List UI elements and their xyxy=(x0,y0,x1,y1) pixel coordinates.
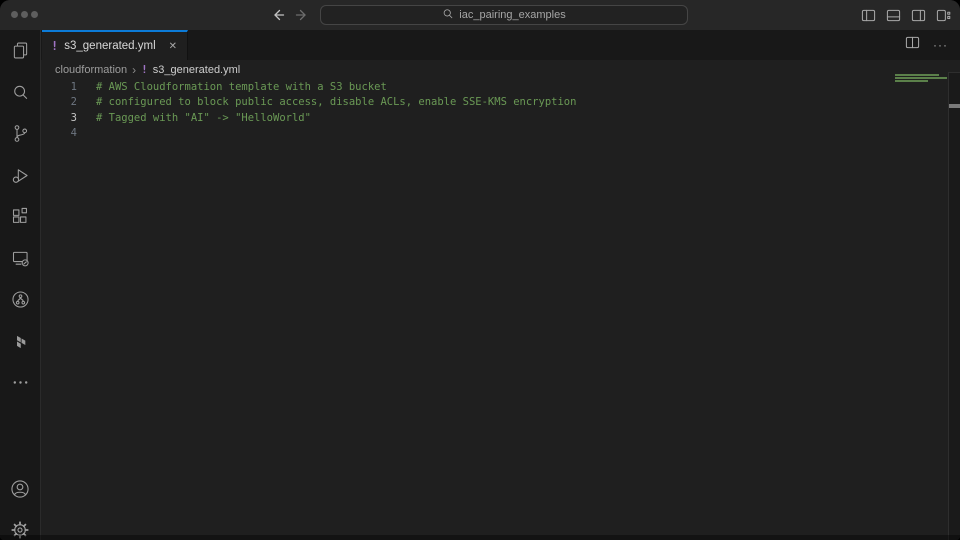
split-editor-icon[interactable] xyxy=(905,35,920,55)
customize-layout-icon[interactable] xyxy=(936,8,951,28)
more-actions-icon[interactable]: ··· xyxy=(933,38,948,52)
magnifier-icon xyxy=(10,82,31,103)
yaml-file-icon: ! xyxy=(141,63,148,76)
scrollbar-thumb[interactable] xyxy=(949,104,960,108)
sidebar-item-remote-explorer[interactable] xyxy=(0,238,40,280)
editor-tab-bar: ! s3_generated.yml ✕ ··· xyxy=(41,30,960,60)
minimap-line xyxy=(895,74,939,76)
breadcrumb-file[interactable]: s3_generated.yml xyxy=(153,64,240,76)
search-icon xyxy=(442,8,454,23)
run-debug-icon xyxy=(10,165,31,186)
line-number-active[interactable]: 3 xyxy=(41,112,77,124)
toggle-primary-sidebar-icon[interactable] xyxy=(861,8,876,28)
git-branch-icon xyxy=(10,123,31,144)
gear-icon xyxy=(9,519,31,540)
code-editor[interactable]: 1 # AWS Cloudformation template with a S… xyxy=(41,79,960,540)
back-icon[interactable] xyxy=(270,7,286,23)
sidebar-item-terraform[interactable] xyxy=(0,321,40,363)
traffic-lights xyxy=(11,11,38,18)
minimap[interactable] xyxy=(895,74,947,83)
sidebar-item-source-control-graph[interactable] xyxy=(0,279,40,321)
code-text: # configured to block public access, dis… xyxy=(96,96,576,108)
toggle-panel-icon[interactable] xyxy=(886,8,901,28)
code-line-2[interactable]: 2 # configured to block public access, d… xyxy=(41,95,960,111)
close-window-button[interactable] xyxy=(11,11,18,18)
line-number[interactable]: 4 xyxy=(41,127,77,139)
code-text: # Tagged with "AI" -> "HelloWorld" xyxy=(96,112,311,124)
code-text: # AWS Cloudformation template with a S3 … xyxy=(96,81,387,93)
yaml-file-icon: ! xyxy=(51,39,58,53)
terraform-icon xyxy=(10,331,31,352)
circle-branch-icon xyxy=(10,289,31,310)
toggle-secondary-sidebar-icon[interactable] xyxy=(911,8,926,28)
activity-bar xyxy=(0,30,41,540)
editor-scrollbar[interactable] xyxy=(948,72,960,540)
tab-label: s3_generated.yml xyxy=(64,40,155,52)
command-center-search[interactable]: iac_pairing_examples xyxy=(320,5,688,25)
zoom-window-button[interactable] xyxy=(31,11,38,18)
code-line-4[interactable]: 4 xyxy=(41,126,960,142)
title-bar: iac_pairing_examples xyxy=(0,0,960,30)
sidebar-item-search[interactable] xyxy=(0,72,40,114)
line-number[interactable]: 2 xyxy=(41,96,77,108)
account-icon xyxy=(9,478,31,500)
breadcrumb: cloudformation › ! s3_generated.yml xyxy=(41,60,960,79)
minimap-line xyxy=(895,80,928,82)
line-number[interactable]: 1 xyxy=(41,81,77,93)
sidebar-item-explorer[interactable] xyxy=(0,30,40,72)
workspace-search-label: iac_pairing_examples xyxy=(459,9,565,21)
sidebar-item-run-debug[interactable] xyxy=(0,155,40,197)
forward-icon[interactable] xyxy=(294,7,310,23)
code-line-3[interactable]: 3 # Tagged with "AI" -> "HelloWorld" xyxy=(41,110,960,126)
ellipsis-icon xyxy=(10,372,31,393)
sidebar-item-extensions[interactable] xyxy=(0,196,40,238)
sidebar-item-more-views[interactable] xyxy=(0,362,40,404)
tab-s3-generated-yml[interactable]: ! s3_generated.yml ✕ xyxy=(42,30,188,60)
extensions-icon xyxy=(10,206,31,227)
remote-explorer-icon xyxy=(10,248,31,269)
breadcrumb-folder[interactable]: cloudformation xyxy=(55,64,127,76)
code-line-1[interactable]: 1 # AWS Cloudformation template with a S… xyxy=(41,79,960,95)
chevron-right-icon: › xyxy=(132,63,136,77)
minimize-window-button[interactable] xyxy=(21,11,28,18)
tab-close-icon[interactable]: ✕ xyxy=(169,41,177,52)
accounts-button[interactable] xyxy=(0,468,40,510)
settings-button[interactable] xyxy=(0,509,40,540)
files-icon xyxy=(10,40,31,61)
vscode-window: iac_pairing_examples xyxy=(0,0,960,540)
minimap-line xyxy=(895,77,947,79)
sidebar-item-source-control[interactable] xyxy=(0,113,40,155)
